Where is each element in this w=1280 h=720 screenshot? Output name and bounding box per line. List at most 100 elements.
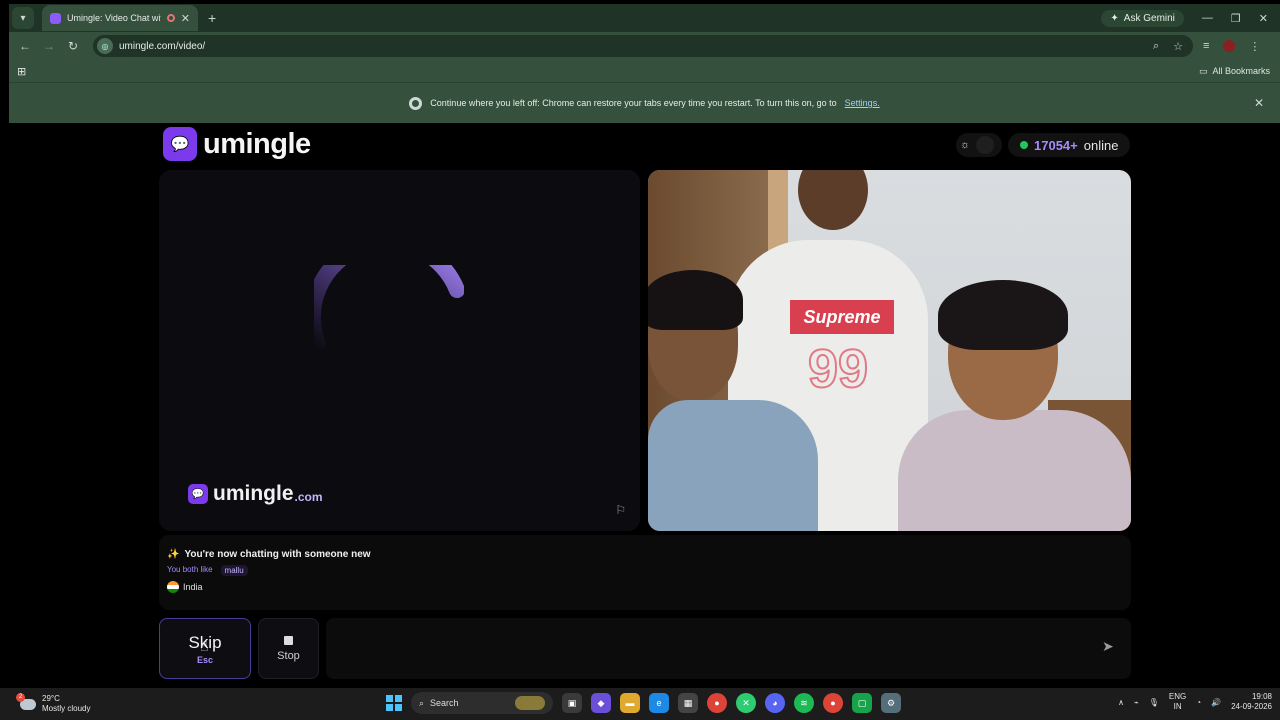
- file-explorer-icon[interactable]: ▬: [620, 693, 640, 713]
- country-name: India: [183, 582, 203, 592]
- infobar-text: Continue where you left off: Chrome can …: [430, 98, 837, 108]
- task-view-icon[interactable]: ▣: [562, 693, 582, 713]
- reload-icon[interactable]: ↻: [61, 39, 85, 53]
- clock-time: 19:08: [1251, 692, 1272, 701]
- recording-icon: [166, 14, 175, 22]
- theme-toggle[interactable]: ☼: [956, 133, 1002, 157]
- india-flag-icon: [167, 581, 179, 593]
- person-right-hair: [938, 280, 1068, 350]
- watermark-tld: .com: [294, 490, 323, 504]
- shirt-logo: Supreme: [790, 300, 894, 334]
- close-tab-icon[interactable]: ✕: [181, 12, 190, 25]
- back-icon[interactable]: ←: [13, 39, 37, 53]
- profile-avatar[interactable]: [1223, 40, 1236, 52]
- minimize-icon[interactable]: —: [1202, 12, 1213, 24]
- restore-icon[interactable]: ❐: [1231, 12, 1241, 25]
- person-left: [648, 400, 818, 531]
- chrome-app-icon[interactable]: ●: [707, 693, 727, 713]
- spotify-icon[interactable]: ≋: [794, 693, 814, 713]
- all-bookmarks-button[interactable]: ▭ All Bookmarks: [1199, 66, 1270, 77]
- microphone-icon[interactable]: 🎙: [1149, 698, 1159, 707]
- person-center-head: [798, 170, 868, 230]
- store-icon[interactable]: ▦: [678, 693, 698, 713]
- sun-icon: ☼: [960, 139, 971, 151]
- close-infobar-icon[interactable]: ✕: [1254, 96, 1264, 110]
- cloud-icon: 2: [16, 692, 36, 710]
- edge-icon[interactable]: e: [649, 693, 669, 713]
- online-label: online: [1083, 137, 1119, 153]
- temperature: 29°C: [42, 694, 60, 703]
- system-clock[interactable]: 19:08 24-09-2026: [1231, 692, 1272, 712]
- show-hidden-icons[interactable]: ∧: [1118, 698, 1124, 707]
- settings-link[interactable]: Settings.: [845, 98, 880, 108]
- gemini-icon: ✦: [1110, 12, 1119, 24]
- sparkle-icon: ✨: [167, 549, 180, 560]
- lang-top: ENG: [1168, 692, 1187, 701]
- umingle-watermark: 💬 umingle .com: [188, 482, 323, 506]
- watermark-chat-icon: 💬: [188, 484, 208, 504]
- search-icon: ⌕: [419, 697, 425, 708]
- browser-tab-bar: ▾ Umingle: Video Chat with Str ✕ + ✦ Ask…: [9, 4, 1280, 32]
- language-indicator[interactable]: ENG IN: [1169, 692, 1186, 712]
- local-video-panel: 💬 umingle .com ⚐: [159, 170, 640, 531]
- skip-shortcut: Esc: [196, 654, 213, 665]
- address-bar[interactable]: ◎ umingle.com/video/ ⌕ ☆: [93, 35, 1193, 57]
- zoom-icon[interactable]: ⌕: [1153, 40, 1159, 53]
- site-logo[interactable]: 💬 umingle: [163, 127, 311, 161]
- restore-tabs-infobar: Continue where you left off: Chrome can …: [9, 82, 1280, 123]
- person-left-hair: [648, 270, 743, 330]
- browser-tab[interactable]: Umingle: Video Chat with Str ✕: [42, 5, 198, 31]
- loading-spinner-icon: [314, 265, 464, 353]
- settings-icon[interactable]: ⚙: [881, 693, 901, 713]
- send-icon[interactable]: ➤: [1102, 638, 1114, 655]
- network-icon[interactable]: ⌁: [1134, 698, 1139, 707]
- online-dot-icon: [1020, 141, 1028, 149]
- green-app-icon[interactable]: ✕: [736, 693, 756, 713]
- message-input[interactable]: [326, 618, 1131, 679]
- chrome-active-icon[interactable]: ●: [823, 693, 843, 713]
- tab-search-icon[interactable]: ▾: [12, 7, 34, 29]
- online-count: 17054+: [1034, 137, 1078, 153]
- chrome-icon: [409, 96, 423, 110]
- ask-gemini-label: Ask Gemini: [1123, 12, 1175, 24]
- discord-icon[interactable]: ◕: [765, 693, 785, 713]
- browser-toolbar: ← → ↻ ◎ umingle.com/video/ ⌕ ☆ ≡ ⋮: [9, 32, 1280, 60]
- logo-text: umingle: [203, 127, 311, 160]
- bookmark-star-icon[interactable]: ☆: [1173, 40, 1183, 53]
- person-right: [898, 410, 1131, 531]
- stranger-country: India: [167, 581, 1123, 593]
- online-count-badge: 17054+ online: [1008, 133, 1131, 157]
- volume-icon[interactable]: 🔊: [1211, 698, 1221, 707]
- media-controls-icon[interactable]: ≡: [1203, 40, 1209, 52]
- remote-video-panel: Supreme 99: [648, 170, 1131, 531]
- search-highlight-icon: [515, 696, 545, 710]
- weather-widget[interactable]: 2 29°C Mostly cloudy: [16, 692, 91, 714]
- new-tab-button[interactable]: +: [208, 10, 216, 26]
- ask-gemini-button[interactable]: ✦ Ask Gemini: [1101, 9, 1184, 27]
- mouse-cursor-icon: ☝: [200, 638, 209, 654]
- close-window-icon[interactable]: ✕: [1259, 12, 1268, 25]
- weather-condition: Mostly cloudy: [42, 704, 91, 713]
- site-info-icon[interactable]: ◎: [97, 38, 113, 54]
- taskbar-search[interactable]: ⌕ Search: [411, 692, 553, 714]
- toggle-knob: [976, 136, 995, 154]
- common-interests: You both like mallu: [167, 565, 1123, 576]
- report-flag-icon[interactable]: ⚐: [615, 503, 626, 517]
- chrome-menu-icon[interactable]: ⋮: [1249, 40, 1260, 53]
- apps-grid-icon[interactable]: ⊞: [17, 65, 26, 78]
- forward-icon[interactable]: →: [37, 39, 61, 53]
- chat-status: You're now chatting with someone new: [184, 549, 371, 560]
- chat-log: ✨ You're now chatting with someone new Y…: [159, 535, 1131, 610]
- whatsapp-icon[interactable]: ▢: [852, 693, 872, 713]
- system-tray: ∧ ⌁ 🎙 ENG IN ◔ 🔊 19:08 24-09-2026: [1118, 692, 1272, 712]
- start-button-icon[interactable]: [386, 695, 402, 711]
- common-interests-label: You both like: [167, 565, 213, 574]
- wifi-icon[interactable]: ◔: [1196, 698, 1201, 707]
- weather-badge: 2: [16, 692, 25, 702]
- taskbar-apps: ⌕ Search ▣ ◆ ▬ e ▦ ● ✕ ◕ ≋ ● ▢ ⚙: [386, 692, 901, 714]
- stop-button[interactable]: Stop: [258, 618, 319, 679]
- search-label: Search: [430, 698, 459, 708]
- clock-date: 24-09-2026: [1231, 702, 1272, 711]
- copilot-icon[interactable]: ◆: [591, 693, 611, 713]
- shirt-number: 99: [807, 338, 869, 400]
